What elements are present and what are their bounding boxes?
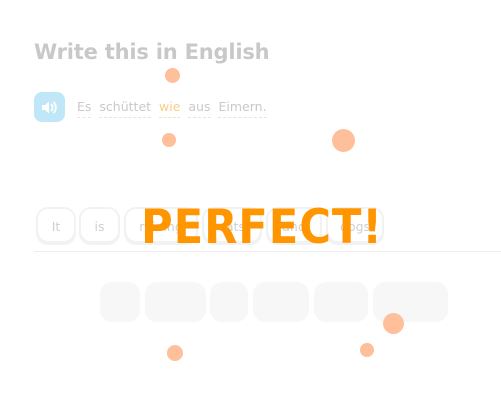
answer-word-chip[interactable]: It [36,207,76,243]
speaker-icon [42,101,57,114]
word-bank-slot [210,282,248,322]
sentence-word[interactable]: Es [77,99,92,118]
confetti-dot [167,345,183,361]
word-bank-slot [253,282,309,322]
confetti-dot [383,313,404,334]
sentence-word[interactable]: schüttet [99,99,152,118]
feedback-perfect-text: PERFECT! [141,200,383,255]
confetti-dot [162,133,176,147]
play-audio-button[interactable] [34,92,65,122]
prompt-title: Write this in English [34,40,270,64]
word-bank-slot [373,282,448,322]
sentence-word[interactable]: Eimern. [218,99,267,118]
confetti-dot [165,68,180,83]
word-bank-slot [100,282,140,322]
answer-word-chip[interactable]: is [79,207,120,243]
word-bank-slot [145,282,206,322]
confetti-dot [332,129,355,152]
sentence-word-highlighted[interactable]: wie [159,99,181,118]
confetti-dot [360,343,374,357]
word-bank-slot [314,282,368,322]
sentence-word[interactable]: aus [188,99,211,118]
source-sentence: Es schüttet wie aus Eimern. [77,99,267,118]
